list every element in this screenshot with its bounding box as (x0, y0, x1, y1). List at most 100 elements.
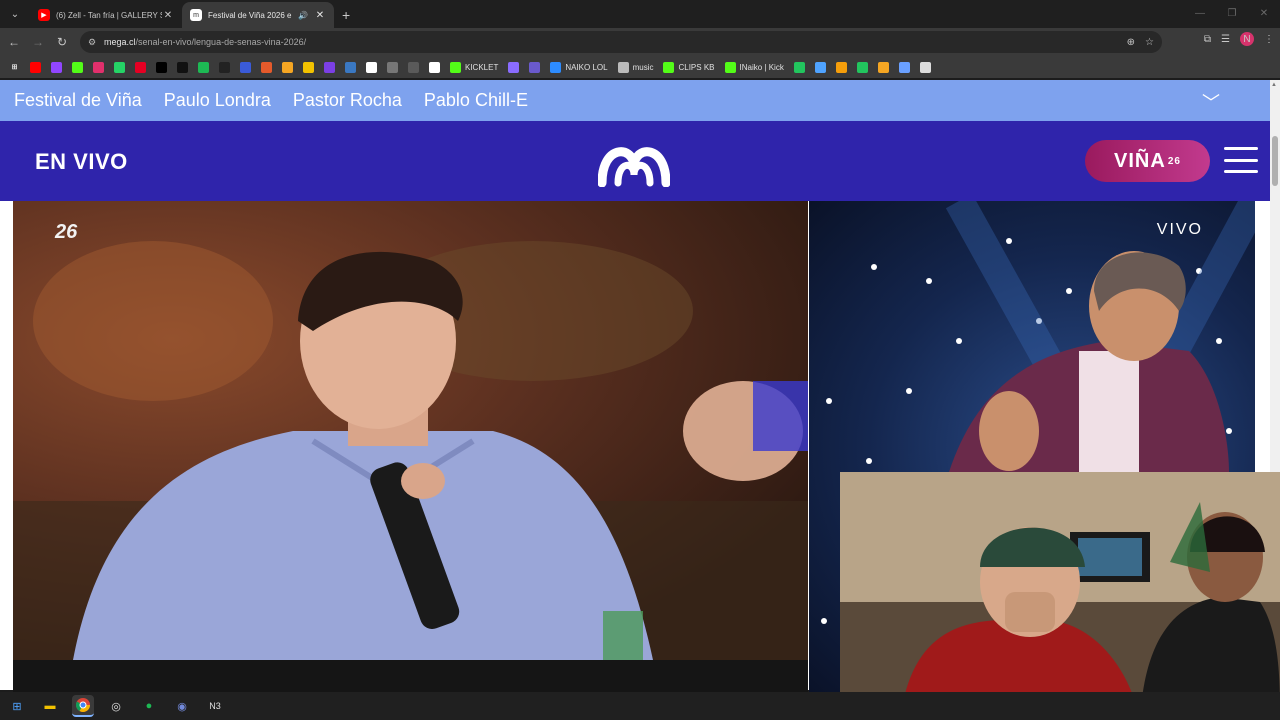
live-label[interactable]: EN VIVO (35, 149, 128, 175)
mega-logo-icon[interactable] (598, 135, 670, 187)
reload-icon[interactable]: ↻ (50, 30, 74, 54)
scroll-up-icon[interactable]: ▲ (1271, 82, 1277, 88)
bookmark-item[interactable] (195, 58, 212, 76)
back-icon[interactable]: ← (2, 30, 26, 54)
address-bar[interactable]: ⚙ mega.cl/senal-en-vivo/lengua-de-senas-… (80, 31, 1162, 53)
tab-search-icon[interactable]: ⌄ (4, 3, 26, 25)
star-dot (906, 388, 912, 394)
chrome-icon[interactable] (72, 695, 94, 717)
scrollbar-thumb[interactable] (1272, 136, 1278, 186)
kick-icon (72, 61, 83, 73)
nav-pablo-chill-e[interactable]: Pablo Chill-E (424, 90, 528, 111)
kick-icon (724, 61, 736, 73)
bookmark-item[interactable] (833, 58, 850, 76)
media-icon[interactable]: ☰ (1221, 34, 1230, 45)
tab-youtube[interactable]: ▶ (6) Zell - Tan fría | GALLERY SES ✕ (30, 2, 182, 28)
kicklet-icon (450, 61, 461, 73)
bookmark-item[interactable] (174, 58, 191, 76)
close-window-icon[interactable]: ✕ (1248, 0, 1280, 26)
windows-taskbar: ⊞ ▬ ◎ ● ◉ N3 (0, 692, 1280, 720)
bookmarks-bar: ⊞ KICKLET NAIKO LOL music CLIPS KB INaiko | … (0, 56, 1280, 78)
discord-icon[interactable]: ◉ (171, 695, 193, 717)
tab-festival[interactable]: m Festival de Viña 2026 en vivo 🔊 ✕ (182, 2, 334, 28)
bookmark-item[interactable] (237, 58, 254, 76)
bookmark-item[interactable]: KICKLET (447, 58, 501, 76)
bookmark-icon (240, 61, 251, 73)
bookmark-item[interactable] (321, 58, 338, 76)
webcam-frame (840, 472, 1280, 720)
bookmark-item[interactable] (854, 58, 871, 76)
bookmark-item[interactable] (153, 58, 170, 76)
bookmark-item[interactable]: music (615, 58, 657, 76)
star-dot (871, 264, 877, 270)
bookmark-item[interactable] (526, 58, 543, 76)
menu-icon[interactable]: ⋮ (1264, 34, 1274, 45)
clips-icon (663, 61, 675, 73)
nav-festival-de-vina[interactable]: Festival de Viña (14, 90, 142, 111)
minimize-icon[interactable]: — (1184, 0, 1216, 26)
nav-paulo-londra[interactable]: Paulo Londra (164, 90, 271, 111)
chevron-down-icon[interactable]: ﹀ (1202, 89, 1220, 115)
main-video-player[interactable]: 26 (13, 201, 808, 660)
profile-avatar[interactable]: N (1240, 32, 1254, 46)
extensions-icon[interactable]: ⧉ (1204, 34, 1211, 45)
vina-2026-badge[interactable]: VIÑA 26 (1085, 140, 1210, 182)
bookmark-item[interactable] (27, 58, 44, 76)
bookmark-item[interactable] (216, 58, 233, 76)
windows-icon[interactable]: ⊞ (6, 695, 28, 717)
apps-icon[interactable]: ⊞ (6, 58, 23, 76)
bookmark-label: CLIPS KB (678, 62, 715, 72)
bookmark-item[interactable] (505, 58, 522, 76)
bookmark-item[interactable] (48, 58, 65, 76)
photo-icon (261, 61, 272, 73)
diamond-icon (429, 61, 440, 73)
maximize-icon[interactable]: ❐ (1216, 0, 1248, 26)
new-tab-icon[interactable]: + (342, 7, 350, 23)
tab-strip: ⌄ ▶ (6) Zell - Tan fría | GALLERY SES ✕ … (0, 0, 1280, 28)
forward-icon[interactable]: → (26, 30, 50, 54)
u-icon (877, 61, 889, 73)
bookmark-item[interactable]: NAIKO LOL (547, 58, 610, 76)
circle-icon (366, 61, 377, 73)
bookmark-item[interactable] (90, 58, 107, 76)
bookmark-item[interactable] (300, 58, 317, 76)
spotify-icon[interactable]: ● (138, 695, 160, 717)
bookmark-item[interactable] (258, 58, 275, 76)
bookmark-item[interactable] (812, 58, 829, 76)
bookmark-item[interactable]: INaiko | Kick (722, 58, 787, 76)
bookmark-item[interactable] (363, 58, 380, 76)
star-icon[interactable]: ☆ (1145, 37, 1154, 48)
star-dot (1066, 288, 1072, 294)
speaker-icon[interactable]: 🔊 (298, 11, 308, 20)
star-dot (1216, 338, 1222, 344)
video-controls-bar[interactable] (13, 660, 808, 692)
bookmark-item[interactable] (875, 58, 892, 76)
zoom-icon[interactable]: ⊕ (1127, 37, 1135, 48)
bookmark-item[interactable] (132, 58, 149, 76)
hamburger-menu-icon[interactable] (1224, 147, 1258, 173)
bookmark-item[interactable] (405, 58, 422, 76)
app-icon[interactable]: N3 (204, 695, 226, 717)
bookmark-item[interactable] (384, 58, 401, 76)
bookmark-item[interactable] (69, 58, 86, 76)
instagram-icon (93, 61, 104, 73)
site-info-icon[interactable]: ⚙ (88, 37, 104, 48)
bookmark-item[interactable] (111, 58, 128, 76)
star-dot (866, 458, 872, 464)
bookmark-item[interactable] (279, 58, 296, 76)
bookmark-item[interactable]: CLIPS KB (660, 58, 717, 76)
nav-pastor-rocha[interactable]: Pastor Rocha (293, 90, 402, 111)
close-icon[interactable]: ✕ (314, 10, 326, 21)
swirl-icon (898, 61, 910, 73)
file-explorer-icon[interactable]: ▬ (39, 695, 61, 717)
video-icon (324, 61, 335, 73)
bookmark-item[interactable] (791, 58, 808, 76)
close-icon[interactable]: ✕ (162, 10, 174, 21)
bookmark-item[interactable] (426, 58, 443, 76)
bookmark-item[interactable] (342, 58, 359, 76)
bookmark-item[interactable] (896, 58, 913, 76)
app-icon[interactable]: ◎ (105, 695, 127, 717)
star-dot (956, 338, 962, 344)
browser-toolbar: ← → ↻ ⚙ mega.cl/senal-en-vivo/lengua-de-… (0, 28, 1280, 56)
bookmark-item[interactable] (917, 58, 934, 76)
